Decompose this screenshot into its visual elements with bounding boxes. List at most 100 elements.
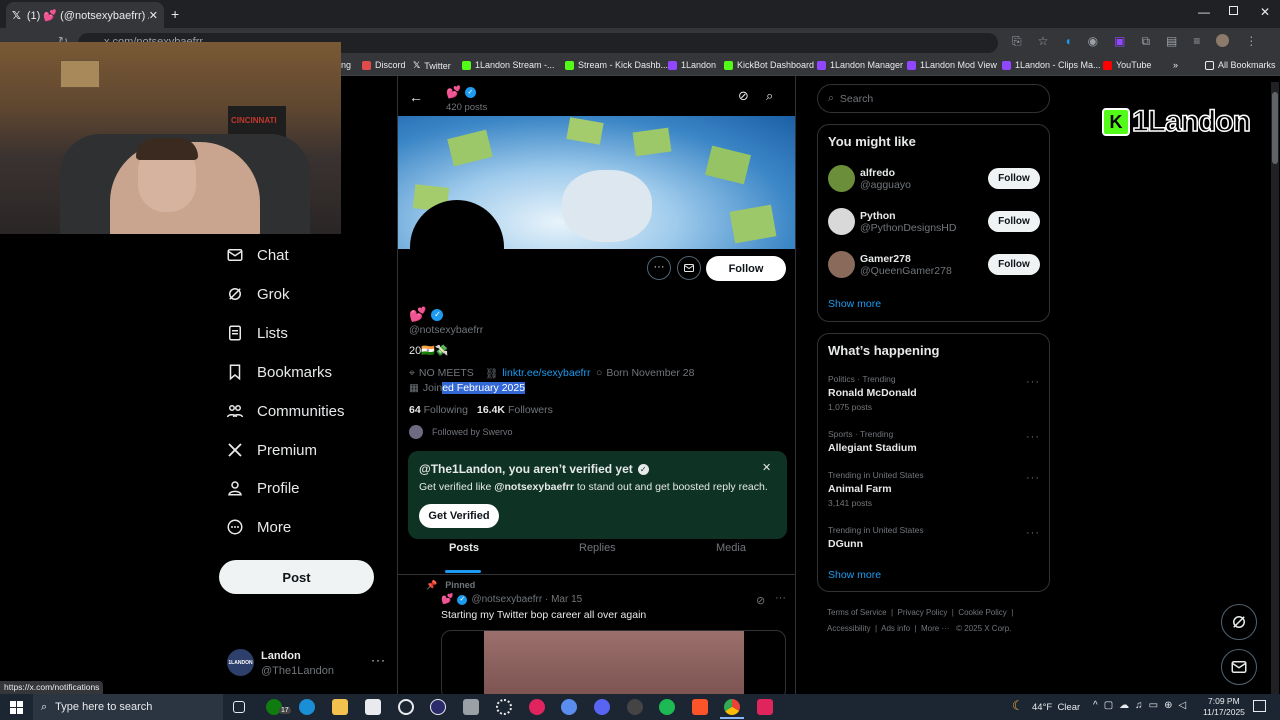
weather-text[interactable]: 44°F Clear <box>1032 702 1080 713</box>
sidebar-icon[interactable]: ▤ <box>1166 34 1177 49</box>
pinned-post-media[interactable] <box>441 630 786 694</box>
windows-start-icon[interactable] <box>10 701 23 714</box>
bookmark-1landon-mod[interactable]: 1Landon Mod View <box>907 60 997 70</box>
new-tab-icon[interactable]: + <box>171 6 179 22</box>
bookmark-1landon-stream[interactable]: 1Landon Stream -... <box>462 60 555 70</box>
app-icon-dark[interactable] <box>627 699 643 715</box>
spotify-icon[interactable] <box>659 699 675 715</box>
media-player-icon[interactable] <box>430 699 446 715</box>
clock-date[interactable]: 11/17/2025 <box>1203 707 1245 717</box>
trend-item[interactable]: Sports · Trending Allegiant Stadium ··· <box>828 429 1040 454</box>
follow-button[interactable]: Follow <box>988 254 1040 275</box>
footer-link[interactable]: Terms of Service <box>827 608 887 617</box>
footer-link[interactable]: Ads info <box>881 624 910 633</box>
trend-more-icon[interactable]: ··· <box>1026 472 1040 484</box>
browser-tab[interactable]: 𝕏 (1) 💕 (@notsexybaefrr) / X ✕ <box>6 2 164 28</box>
extension-icon[interactable]: ◖ <box>1064 34 1071 49</box>
obs-icon[interactable] <box>398 699 414 715</box>
tab-media[interactable]: Media <box>716 542 746 554</box>
bookmark-youtube[interactable]: YouTube <box>1103 60 1151 70</box>
post-button[interactable]: Post <box>219 560 374 594</box>
bookmark-item[interactable]: ng <box>341 60 351 70</box>
follow-button[interactable]: Follow <box>988 168 1040 189</box>
grok-header-icon[interactable]: ⊘ <box>738 88 749 104</box>
store-icon[interactable] <box>365 699 381 715</box>
message-button[interactable] <box>677 256 701 280</box>
install-icon[interactable]: ⎘ <box>1012 34 1022 49</box>
nav-chat[interactable]: Chat <box>226 246 289 264</box>
grok-post-icon[interactable]: ⊘ <box>756 594 765 607</box>
trend-more-icon[interactable]: ··· <box>1026 527 1040 539</box>
media-icon[interactable]: ≡ <box>1193 34 1200 49</box>
show-more-trends-link[interactable]: Show more <box>828 569 881 581</box>
scrollbar-thumb[interactable] <box>1272 92 1278 164</box>
nav-bookmarks[interactable]: Bookmarks <box>226 363 332 381</box>
bookmark-kick-dashboard[interactable]: Stream - Kick Dashb... <box>565 60 668 70</box>
messages-float-button[interactable] <box>1221 649 1257 685</box>
footer-link[interactable]: Privacy Policy <box>898 608 948 617</box>
brave-icon[interactable] <box>692 699 708 715</box>
nav-communities[interactable]: Communities <box>226 402 345 420</box>
profile-avatar-icon[interactable] <box>1216 34 1230 47</box>
bookmark-star-icon[interactable]: ☆ <box>1038 34 1049 49</box>
search-box[interactable]: ⌕ Search <box>817 84 1050 113</box>
search-header-icon[interactable]: ⌕ <box>766 88 773 104</box>
grok-float-button[interactable] <box>1221 604 1257 640</box>
account-more-icon[interactable]: ··· <box>371 653 386 667</box>
app-icon-blue[interactable] <box>561 699 577 715</box>
nav-profile[interactable]: Profile <box>226 479 300 497</box>
get-verified-button[interactable]: Get Verified <box>419 504 499 528</box>
page-scrollbar[interactable] <box>1271 82 1279 694</box>
suggestion-row[interactable]: Gamer278 @QueenGamer278 Follow <box>828 251 1040 278</box>
bookmark-1landon[interactable]: 1Landon <box>668 60 716 70</box>
chrome-icon[interactable] <box>724 699 740 715</box>
more-bookmarks-icon[interactable]: » <box>1173 60 1178 70</box>
menu-dots-icon[interactable]: ⋮ <box>1245 34 1257 49</box>
clock-time[interactable]: 7:09 PM <box>1208 696 1240 706</box>
suggestion-row[interactable]: alfredo @agguayo Follow <box>828 165 1040 192</box>
footer-link[interactable]: More ··· <box>921 624 949 633</box>
tab-replies[interactable]: Replies <box>579 542 616 554</box>
following-stat[interactable]: 64 Following <box>409 404 468 416</box>
close-window-icon[interactable]: ✕ <box>1260 5 1270 19</box>
nav-grok[interactable]: Grok <box>226 285 290 303</box>
followed-by[interactable]: Followed by Swervo <box>409 425 513 439</box>
trend-more-icon[interactable]: ··· <box>1026 431 1040 443</box>
nav-premium[interactable]: Premium <box>226 441 317 459</box>
tray-icons[interactable]: ^▢☁♫▭⊕◁ <box>1093 700 1192 711</box>
show-more-link[interactable]: Show more <box>828 298 881 310</box>
calculator-icon[interactable] <box>463 699 479 715</box>
bookmark-twitter[interactable]: 𝕏 Twitter <box>413 60 451 71</box>
tab-posts[interactable]: Posts <box>445 542 481 573</box>
account-switcher[interactable]: 1LANDON Landon @The1Landon ··· <box>227 649 387 679</box>
taskbar-search[interactable]: ⌕ Type here to search <box>33 694 223 720</box>
bookmark-kickbot[interactable]: KickBot Dashboard <box>724 60 814 70</box>
discord-icon[interactable] <box>594 699 610 715</box>
follow-button[interactable]: Follow <box>988 211 1040 232</box>
bookmark-discord[interactable]: Discord <box>362 60 406 70</box>
task-view-icon[interactable] <box>233 701 245 713</box>
app-icon-pink[interactable] <box>757 699 773 715</box>
profile-link[interactable]: ⛓ linktr.ee/sexybaefrr <box>485 367 590 380</box>
game-extension-icon[interactable]: ◉ <box>1088 34 1098 49</box>
follow-profile-button[interactable]: Follow <box>706 256 786 281</box>
trend-item[interactable]: Trending in United States Animal Farm 3,… <box>828 470 1040 508</box>
back-arrow-icon[interactable]: ← <box>409 89 423 105</box>
followers-stat[interactable]: 16.4K Followers <box>477 404 553 416</box>
profile-more-button[interactable]: ··· <box>647 256 671 280</box>
extensions-puzzle-icon[interactable]: ⧉ <box>1141 34 1150 49</box>
nav-more[interactable]: More <box>226 518 291 536</box>
all-bookmarks[interactable]: All Bookmarks <box>1205 60 1276 70</box>
minimize-icon[interactable]: — <box>1198 5 1210 19</box>
close-tab-icon[interactable]: ✕ <box>149 9 158 22</box>
close-banner-icon[interactable]: ✕ <box>762 461 771 474</box>
edge-icon[interactable] <box>299 699 315 715</box>
file-explorer-icon[interactable] <box>332 699 348 715</box>
settings-gear-icon[interactable] <box>496 699 512 715</box>
restore-icon[interactable] <box>1229 6 1238 15</box>
profile-avatar[interactable] <box>410 200 504 294</box>
bookmark-1landon-clips[interactable]: 1Landon - Clips Ma... <box>1002 60 1101 70</box>
nav-lists[interactable]: Lists <box>226 324 288 342</box>
twitch-extension-icon[interactable]: ▣ <box>1114 34 1125 49</box>
bookmark-1landon-manager[interactable]: 1Landon Manager <box>817 60 903 70</box>
